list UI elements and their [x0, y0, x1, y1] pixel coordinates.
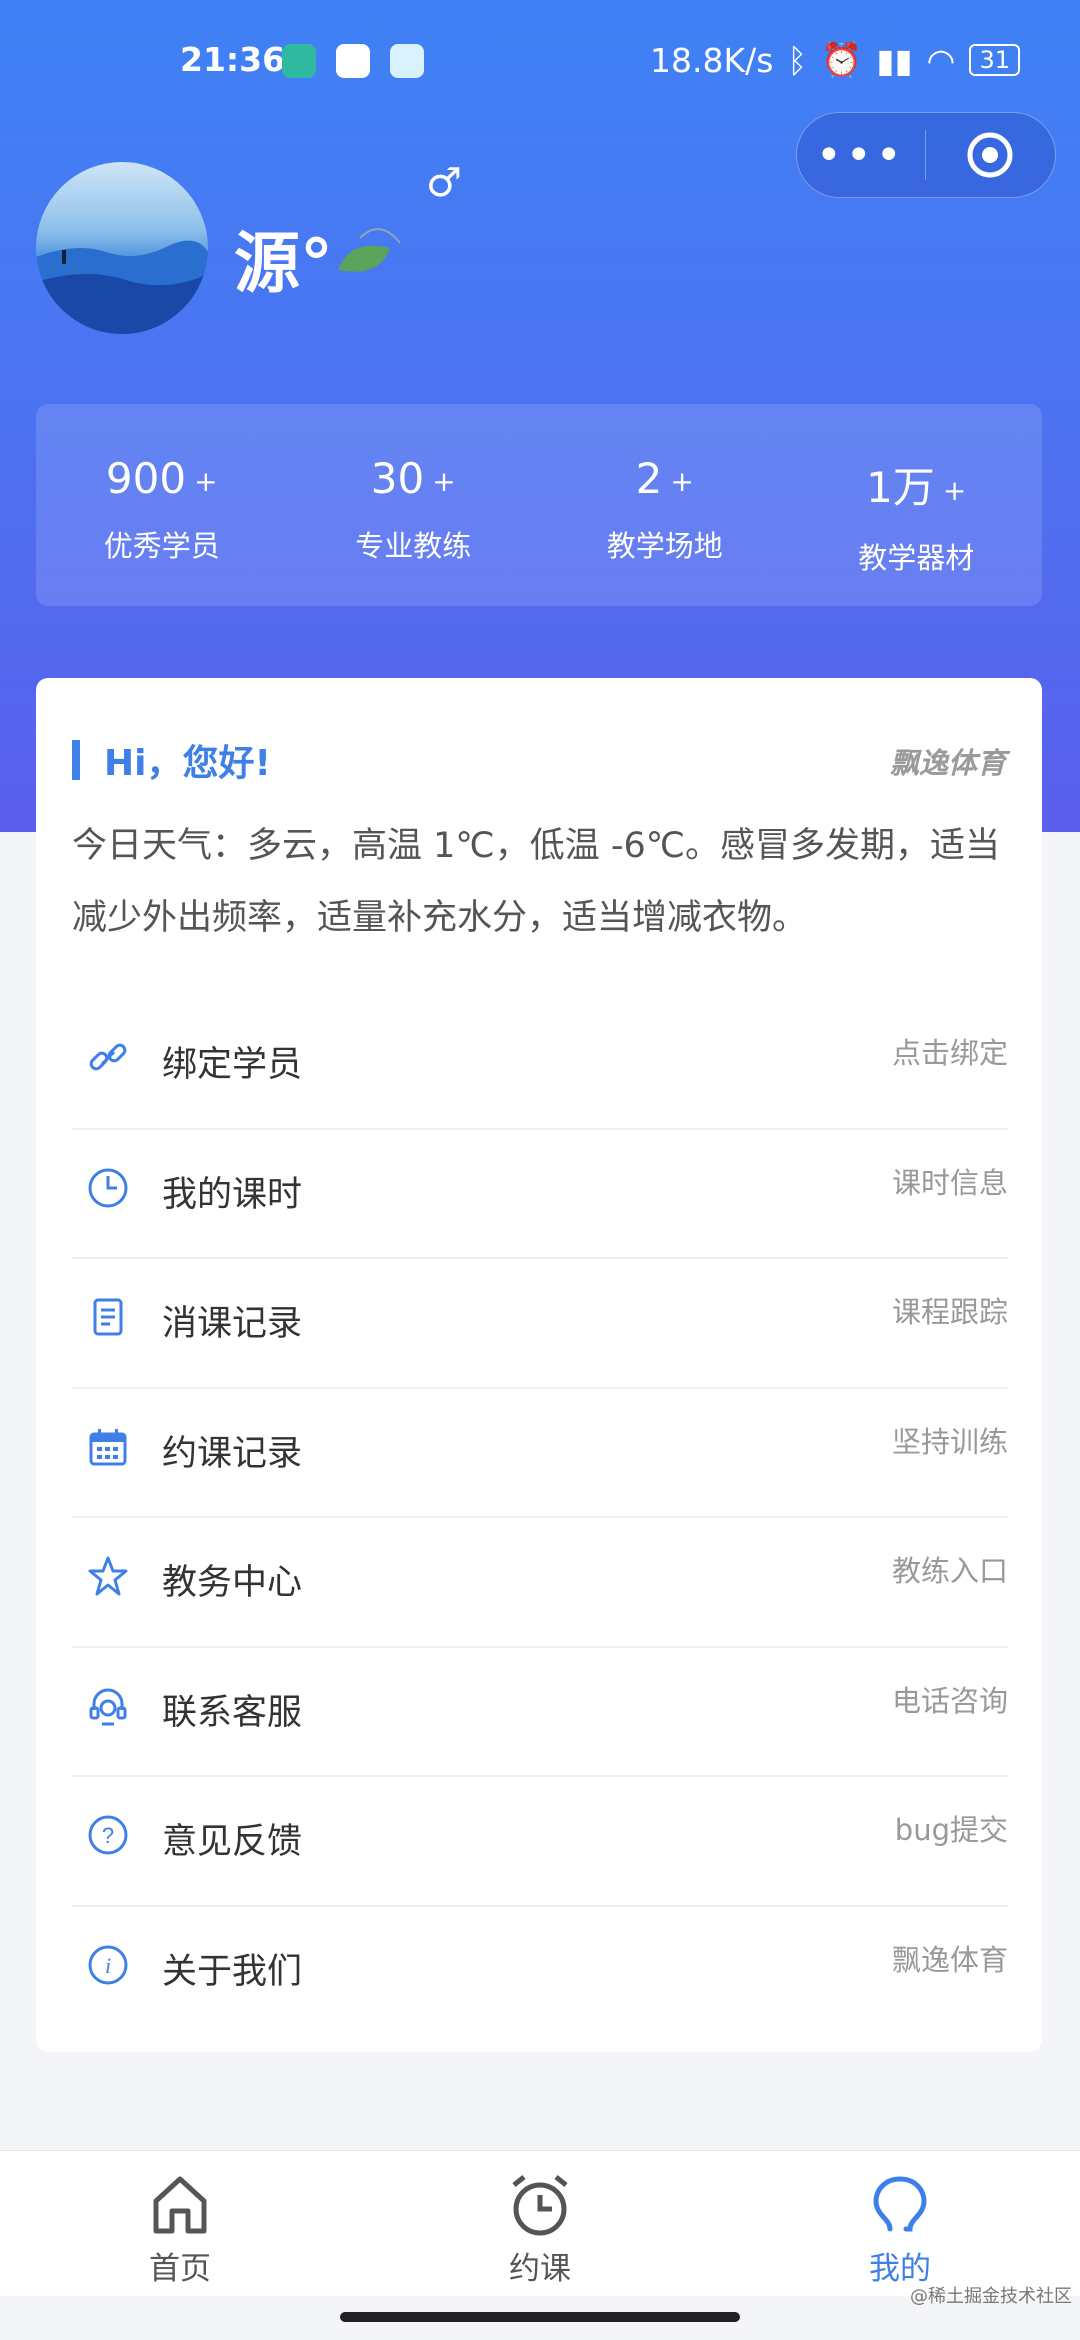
more-menu-button[interactable]: ••• [797, 130, 925, 181]
menu-item-action: 电话咨询 [891, 1683, 1008, 1718]
stat-value: 2 [635, 454, 663, 503]
stat-label: 专业教练 [355, 529, 472, 563]
greeting-text: Hi，您好! [104, 743, 271, 784]
stat-value: 30 [370, 454, 425, 503]
menu-item-label: 意见反馈 [162, 1822, 303, 1862]
menu-item-academic-center[interactable]: 教务中心 教练入口 [72, 1518, 1008, 1648]
menu-item-action: 教练入口 [891, 1554, 1008, 1588]
question-icon: ? [88, 1815, 128, 1855]
menu-item-about-us[interactable]: i 关于我们 飘逸体育 [72, 1907, 1008, 2037]
document-icon [93, 1298, 123, 1336]
alipay-icon [390, 44, 424, 78]
avatar-image [36, 240, 208, 334]
svg-text:i: i [105, 1953, 111, 1978]
stat-value: 900 [105, 454, 187, 503]
tab-label: 首页 [149, 2251, 211, 2287]
calendar-icon [89, 1428, 127, 1465]
menu-item-label: 关于我们 [162, 1951, 303, 1992]
stat-label: 教学器材 [858, 541, 975, 575]
menu-list: 绑定学员 点击绑定 我的课时 课时信息 消课记录 课程跟踪 约课记录 坚持训练 … [72, 1000, 1008, 2036]
menu-item-action: bug提交 [894, 1813, 1008, 1847]
greeting: Hi，您好! [72, 734, 271, 786]
stat-coaches: 30 + 专业教练 [288, 404, 540, 606]
stat-label: 优秀学员 [103, 529, 220, 563]
menu-item-action: 课程跟踪 [891, 1295, 1008, 1329]
menu-item-action: 坚持训练 [891, 1424, 1008, 1459]
stat-label: 教学场地 [606, 529, 723, 563]
stat-equipment: 1万 + 教学器材 [791, 404, 1043, 606]
leaf-icon [338, 228, 401, 272]
menu-item-label: 绑定学员 [162, 1045, 303, 1085]
net-speed: 18.8K/s [649, 40, 774, 80]
stats-panel: 900 + 优秀学员 30 + 专业教练 2 + 教学场地 1万 + 教学器材 [36, 404, 1042, 606]
star-icon [88, 1556, 128, 1596]
tab-mine[interactable]: 我的 [720, 2151, 1080, 2296]
menu-item-label: 约课记录 [162, 1433, 303, 1474]
menu-item-label: 我的课时 [162, 1174, 303, 1215]
watermark: @稀土掘金技术社区 [910, 2286, 1072, 2307]
stat-value: 1万 [866, 463, 935, 512]
wifi-icon: ◠ [926, 40, 956, 80]
stat-suffix: + [670, 465, 694, 498]
stat-suffix: + [432, 465, 456, 498]
home-icon [153, 2176, 207, 2234]
status-bar: 21:36 18.8K/s ᛒ ⏰ ▮▮ ◠ 31 [0, 38, 1080, 88]
user-name: 源° [234, 225, 333, 302]
tab-booking[interactable]: 约课 [360, 2151, 720, 2296]
headset-icon [89, 1688, 127, 1725]
avatar[interactable] [36, 162, 208, 334]
close-miniprogram-button[interactable] [926, 130, 1056, 180]
menu-item-feedback[interactable]: ? 意见反馈 bug提交 [72, 1777, 1008, 1907]
tab-home[interactable]: 首页 [0, 2151, 360, 2296]
alarm-icon: ⏰ [821, 40, 863, 79]
profile-icon [873, 2176, 927, 2232]
gender-male-icon: ♂ [426, 160, 462, 206]
bluetooth-icon: ᛒ [787, 40, 808, 80]
stat-suffix: + [942, 474, 967, 507]
brand-name: 飘逸体育 [889, 746, 1006, 780]
stat-students: 900 + 优秀学员 [36, 404, 288, 606]
menu-item-class-records[interactable]: 消课记录 课程跟踪 [72, 1259, 1008, 1389]
menu-item-bind-student[interactable]: 绑定学员 点击绑定 [72, 1000, 1008, 1130]
menu-item-label: 消课记录 [162, 1304, 303, 1344]
menu-item-label: 联系客服 [162, 1692, 303, 1733]
battery-icon: 31 [969, 44, 1020, 76]
greeting-accent-bar [72, 740, 80, 780]
weather-text: 今日天气：多云，高温 1℃，低温 -6℃。感冒多发期，适当减少外出频率，适量补充… [72, 826, 1001, 938]
alarm-clock-icon [512, 2175, 568, 2236]
menu-item-booking-records[interactable]: 约课记录 坚持训练 [72, 1389, 1008, 1518]
miniprogram-capsule: ••• [796, 112, 1056, 198]
status-time: 21:36 [180, 40, 286, 79]
menu-item-action: 飘逸体育 [891, 1942, 1008, 1977]
menu-item-customer-service[interactable]: 联系客服 电话咨询 [72, 1648, 1008, 1777]
tab-label: 约课 [509, 2251, 571, 2287]
menu-item-action: 点击绑定 [891, 1036, 1008, 1070]
signal-icon: ▮▮ [876, 40, 913, 80]
menu-item-my-hours[interactable]: 我的课时 课时信息 [72, 1130, 1008, 1259]
stat-venues: 2 + 教学场地 [539, 404, 791, 606]
link-icon [89, 1043, 127, 1071]
stat-suffix: + [194, 465, 218, 498]
notification-icons [282, 44, 424, 78]
menu-item-action: 课时信息 [891, 1165, 1008, 1200]
svg-text:?: ? [102, 1823, 114, 1848]
app-notification-icon [336, 44, 370, 78]
boss-app-icon [282, 44, 316, 78]
bottom-tab-bar: 首页 约课 我的 [0, 2150, 1080, 2296]
info-card: Hi，您好! 飘逸体育 今日天气：多云，高温 1℃，低温 -6℃。感冒多发期，适… [36, 678, 1042, 2052]
menu-item-label: 教务中心 [162, 1563, 303, 1603]
info-icon: i [88, 1945, 128, 1984]
target-icon [967, 132, 1013, 178]
gesture-nav-bar[interactable] [340, 2312, 740, 2322]
status-right: 18.8K/s ᛒ ⏰ ▮▮ ◠ 31 [650, 40, 1020, 80]
clock-icon [88, 1168, 128, 1207]
